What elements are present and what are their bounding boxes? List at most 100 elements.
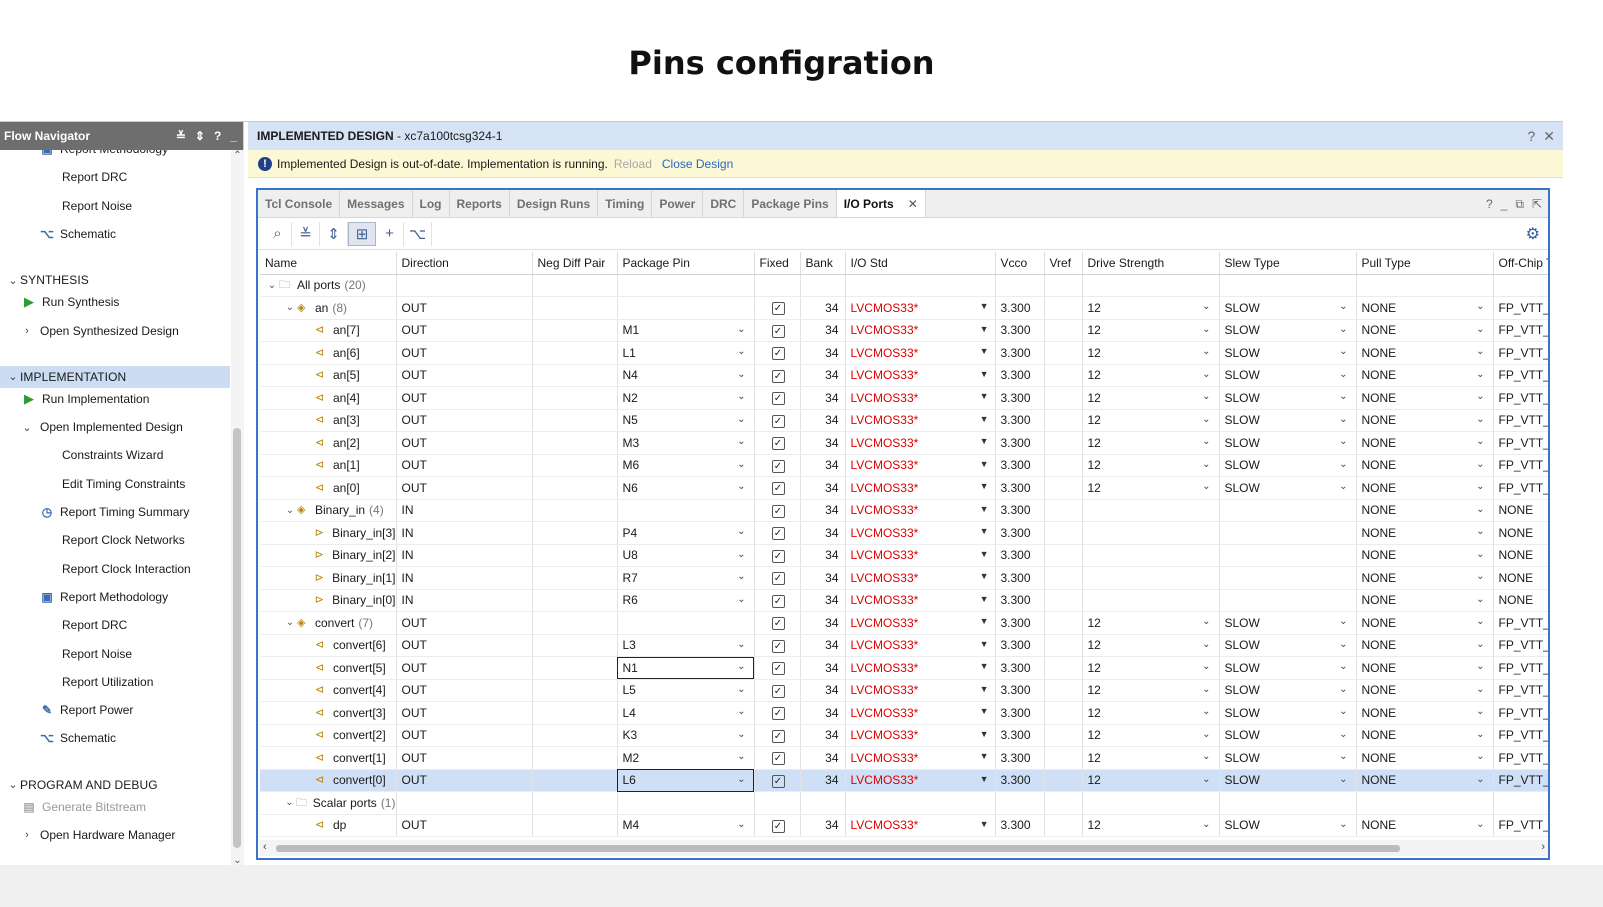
checkbox-checked-icon[interactable]: ✓ [771,729,785,743]
fixed-cell[interactable]: ✓ [754,296,801,320]
nav-item[interactable]: ⌥ Schematic [0,727,230,749]
drive-strength-cell[interactable]: 12 ⌄ [1082,431,1220,455]
chevron-down-icon[interactable]: ⌄ [1476,684,1484,695]
drive-strength-cell[interactable] [1082,544,1220,567]
tab-i-o-ports[interactable]: I/O Ports ✕ [836,190,926,217]
caret-down-icon[interactable]: ▼ [980,684,989,694]
column-header[interactable]: Drive Strength [1082,252,1220,275]
nav-item[interactable]: Report Noise [0,195,230,217]
io-std-cell[interactable]: LVCMOS33* ▼ [845,746,996,770]
chevron-down-icon[interactable]: ⌄ [737,414,745,425]
slew-type-cell[interactable]: SLOW ⌄ [1219,364,1357,387]
chevron-down-icon[interactable]: ⌄ [1202,729,1210,740]
pull-type-cell[interactable] [1356,274,1494,297]
table-row[interactable]: ⊲ convert[3] OUT L4 ⌄ ✓ 34 LVCMOS33* ▼ 3.300 12 ⌄ SL… [260,701,1548,725]
fixed-cell[interactable]: ✓ [754,656,801,680]
fixed-cell[interactable] [754,791,801,815]
caret-down-icon[interactable]: ▼ [980,571,989,581]
chevron-down-icon[interactable]: ⌄ [1339,706,1347,717]
checkbox-checked-icon[interactable]: ✓ [771,527,785,541]
pull-type-cell[interactable]: NONE ⌄ [1356,814,1494,837]
table-row[interactable]: ⌄ ◈ Binary_in (4) IN ✓ 34 LVCMOS33* ▼ 3.300 NONE ⌄ N… [260,499,1548,522]
chevron-down-icon[interactable]: ⌄ [1202,774,1210,785]
drive-strength-cell[interactable] [1082,566,1220,590]
chevron-down-icon[interactable]: ⌄ [1339,459,1347,470]
nav-item[interactable]: ⌄ Open Implemented Design [0,416,230,438]
chevron-down-icon[interactable]: ⌄ [1476,414,1484,425]
column-header[interactable]: Name [260,252,397,275]
slew-type-cell[interactable]: SLOW ⌄ [1219,386,1357,410]
slew-type-cell[interactable]: SLOW ⌄ [1219,701,1357,725]
io-std-cell[interactable]: LVCMOS33* ▼ [845,319,996,342]
pull-type-cell[interactable]: NONE ⌄ [1356,319,1494,342]
drive-strength-cell[interactable]: 12 ⌄ [1082,656,1220,680]
chevron-down-icon[interactable]: ⌄ [1202,436,1210,447]
chevron-down-icon[interactable]: ⌄ [1202,661,1210,672]
package-pin-cell[interactable]: R6 ⌄ [617,589,755,612]
package-pin-cell[interactable]: M2 ⌄ [617,746,755,770]
chevron-down-icon[interactable]: ⌄ [1476,301,1484,312]
caret-down-icon[interactable]: ▼ [980,661,989,671]
drive-strength-cell[interactable]: 12 ⌄ [1082,701,1220,725]
pull-type-cell[interactable]: NONE ⌄ [1356,296,1494,320]
table-row[interactable]: ⊲ convert[5] OUT N1 ⌄ ✓ 34 LVCMOS33* ▼ 3.300 12 ⌄ SL… [260,656,1548,680]
minimize-icon[interactable]: _ [230,129,237,143]
chevron-down-icon[interactable]: ⌄ [737,526,745,537]
package-pin-cell[interactable]: N6 ⌄ [617,476,755,500]
pull-type-cell[interactable]: NONE ⌄ [1356,499,1494,522]
drive-strength-cell[interactable]: 12 ⌄ [1082,386,1220,410]
table-row[interactable]: ⊲ convert[6] OUT L3 ⌄ ✓ 34 LVCMOS33* ▼ 3.300 12 ⌄ SL… [260,634,1548,657]
io-std-cell[interactable]: LVCMOS33* ▼ [845,296,996,320]
fixed-cell[interactable]: ✓ [754,409,801,432]
chevron-down-icon[interactable]: ⌄ [1339,346,1347,357]
tab-package-pins[interactable]: Package Pins [744,190,837,217]
io-std-cell[interactable]: LVCMOS33* ▼ [845,544,996,567]
caret-down-icon[interactable]: ▼ [980,391,989,401]
package-pin-cell[interactable] [617,499,755,522]
io-std-cell[interactable]: LVCMOS33* ▼ [845,386,996,410]
caret-down-icon[interactable]: ▼ [980,729,989,739]
caret-down-icon[interactable]: ▼ [980,346,989,356]
table-row[interactable]: ⊲ an[6] OUT L1 ⌄ ✓ 34 LVCMOS33* ▼ 3.300 12 ⌄ SLOW ⌄ NO… [260,341,1548,365]
column-header[interactable]: Pull Type [1356,252,1494,275]
collapse-all-icon[interactable]: ≚ [292,221,320,246]
io-std-cell[interactable]: LVCMOS33* ▼ [845,454,996,477]
chevron-down-icon[interactable]: ⌄ [1202,301,1210,312]
package-pin-cell[interactable]: N2 ⌄ [617,386,755,410]
chevron-down-icon[interactable]: ⌄ [1339,324,1347,335]
table-row[interactable]: ⊲ an[7] OUT M1 ⌄ ✓ 34 LVCMOS33* ▼ 3.300 12 ⌄ SLOW ⌄ NO… [260,319,1548,342]
slew-type-cell[interactable]: SLOW ⌄ [1219,814,1357,837]
chevron-down-icon[interactable]: ⌄ [1476,526,1484,537]
column-header[interactable]: Vcco [995,252,1045,275]
slew-type-cell[interactable]: SLOW ⌄ [1219,611,1357,635]
collapse-all-icon[interactable]: ≚ [176,129,186,143]
fixed-cell[interactable]: ✓ [754,364,801,387]
drive-strength-cell[interactable]: 12 ⌄ [1082,296,1220,320]
chevron-down-icon[interactable]: ⌄ [1202,459,1210,470]
flow-navigator-scrollbar[interactable]: ⌃ ⌄ [231,150,244,866]
fixed-cell[interactable]: ✓ [754,566,801,590]
io-std-cell[interactable]: LVCMOS33* ▼ [845,566,996,590]
chevron-down-icon[interactable]: ⌄ [283,302,297,313]
package-pin-cell[interactable]: M4 ⌄ [617,814,755,837]
chevron-down-icon[interactable]: ⌄ [1202,819,1210,830]
chevron-down-icon[interactable]: ⌄ [737,391,745,402]
table-row[interactable]: ⊲ an[1] OUT M6 ⌄ ✓ 34 LVCMOS33* ▼ 3.300 12 ⌄ SLOW ⌄ NO… [260,454,1548,477]
io-std-cell[interactable]: LVCMOS33* ▼ [845,634,996,657]
package-pin-cell[interactable]: P4 ⌄ [617,521,755,545]
chevron-down-icon[interactable]: ⌄ [1339,819,1347,830]
chevron-down-icon[interactable]: ⌄ [1339,391,1347,402]
chevron-down-icon[interactable]: ⌄ [1339,661,1347,672]
fixed-cell[interactable]: ✓ [754,499,801,522]
drive-strength-cell[interactable] [1082,499,1220,522]
slew-type-cell[interactable]: SLOW ⌄ [1219,454,1357,477]
minimize-icon[interactable]: _ [1501,197,1508,212]
fixed-cell[interactable] [754,274,801,297]
chevron-down-icon[interactable]: ⌄ [1339,616,1347,627]
chevron-down-icon[interactable]: ⌄ [737,549,745,560]
caret-down-icon[interactable]: ▼ [980,616,989,626]
chevron-down-icon[interactable]: ⌄ [1202,684,1210,695]
io-std-cell[interactable] [845,791,996,815]
slew-type-cell[interactable]: SLOW ⌄ [1219,724,1357,747]
reload-link[interactable]: Reload [614,157,652,171]
